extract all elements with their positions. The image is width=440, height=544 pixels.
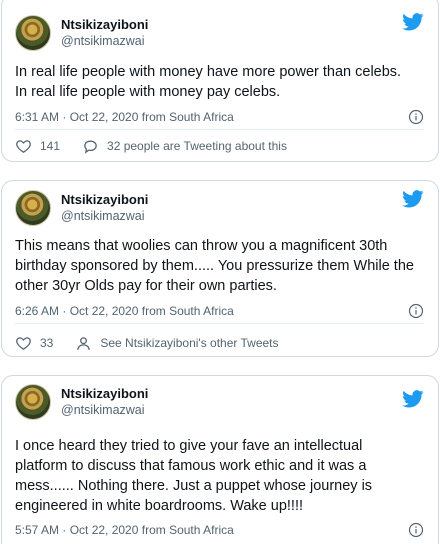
profile-link-label: See Ntsikizayiboni's other Tweets bbox=[100, 336, 279, 350]
tweet-text-line: other 30yr Olds pay for their own partie… bbox=[15, 278, 277, 294]
comment-icon bbox=[84, 140, 97, 154]
tweet-text-line: This means that woolies can throw you a … bbox=[15, 238, 388, 254]
info-icon[interactable] bbox=[408, 303, 424, 319]
avatar[interactable] bbox=[15, 190, 51, 226]
profile-link[interactable]: See Ntsikizayiboni's other Tweets bbox=[75, 335, 279, 352]
heart-icon bbox=[16, 336, 31, 350]
tweet-text: I once heard they tried to give your fav… bbox=[15, 436, 424, 516]
twitter-bird-icon[interactable] bbox=[402, 390, 424, 408]
tweet-text-line: birthday sponsored by them..... You pres… bbox=[15, 258, 414, 274]
tweet-card[interactable]: Ntsikizayiboni @ntsikimazwai I once hear… bbox=[1, 375, 439, 544]
user-handle[interactable]: @ntsikimazwai bbox=[61, 33, 148, 49]
user-handle[interactable]: @ntsikimazwai bbox=[61, 208, 148, 224]
tweet-timestamp[interactable]: 6:26 AM · Oct 22, 2020 from South Africa bbox=[15, 304, 234, 318]
tweet-text-line: platform to discuss that famous work eth… bbox=[15, 458, 367, 474]
avatar[interactable] bbox=[15, 15, 51, 51]
conversation-label: 32 people are Tweeting about this bbox=[107, 139, 287, 153]
heart-icon bbox=[16, 139, 31, 153]
avatar[interactable] bbox=[15, 384, 51, 420]
tweet-card[interactable]: Ntsikizayiboni @ntsikimazwai In real lif… bbox=[1, 0, 439, 162]
twitter-bird-icon[interactable] bbox=[402, 13, 424, 31]
tweet-timestamp[interactable]: 5:57 AM · Oct 22, 2020 from South Africa bbox=[15, 523, 234, 537]
tweet-author[interactable]: Ntsikizayiboni @ntsikimazwai bbox=[15, 13, 148, 53]
twitter-bird-icon[interactable] bbox=[402, 190, 424, 208]
tweet-author[interactable]: Ntsikizayiboni @ntsikimazwai bbox=[15, 188, 148, 228]
person-icon bbox=[77, 336, 91, 350]
divider bbox=[15, 129, 424, 130]
display-name[interactable]: Ntsikizayiboni bbox=[61, 192, 148, 208]
like-count: 141 bbox=[40, 139, 61, 153]
like-button[interactable]: 33 bbox=[15, 335, 53, 352]
display-name[interactable]: Ntsikizayiboni bbox=[61, 17, 148, 33]
tweet-card[interactable]: Ntsikizayiboni @ntsikimazwai This means … bbox=[1, 180, 439, 357]
tweet-text-line: engineered in white boardrooms. Wake up!… bbox=[15, 498, 304, 514]
divider bbox=[15, 323, 424, 324]
info-icon[interactable] bbox=[408, 109, 424, 125]
tweet-author[interactable]: Ntsikizayiboni @ntsikimazwai bbox=[15, 382, 148, 422]
tweet-text: In real life people with money have more… bbox=[15, 62, 424, 102]
like-button[interactable]: 141 bbox=[15, 138, 60, 155]
display-name[interactable]: Ntsikizayiboni bbox=[61, 386, 148, 402]
tweet-text: This means that woolies can throw you a … bbox=[15, 236, 424, 296]
like-count: 33 bbox=[40, 336, 54, 350]
tweet-text-line: mess...... Nothing there. Just a puppet … bbox=[15, 478, 373, 494]
tweet-timestamp[interactable]: 6:31 AM · Oct 22, 2020 from South Africa bbox=[15, 110, 234, 124]
tweet-text-line: In real life people with money pay celeb… bbox=[15, 84, 281, 100]
info-icon[interactable] bbox=[408, 522, 424, 538]
conversation-link[interactable]: 32 people are Tweeting about this bbox=[82, 138, 287, 155]
tweet-text-line: In real life people with money have more… bbox=[15, 64, 402, 80]
user-handle[interactable]: @ntsikimazwai bbox=[61, 402, 148, 418]
tweet-text-line: I once heard they tried to give your fav… bbox=[15, 438, 363, 454]
